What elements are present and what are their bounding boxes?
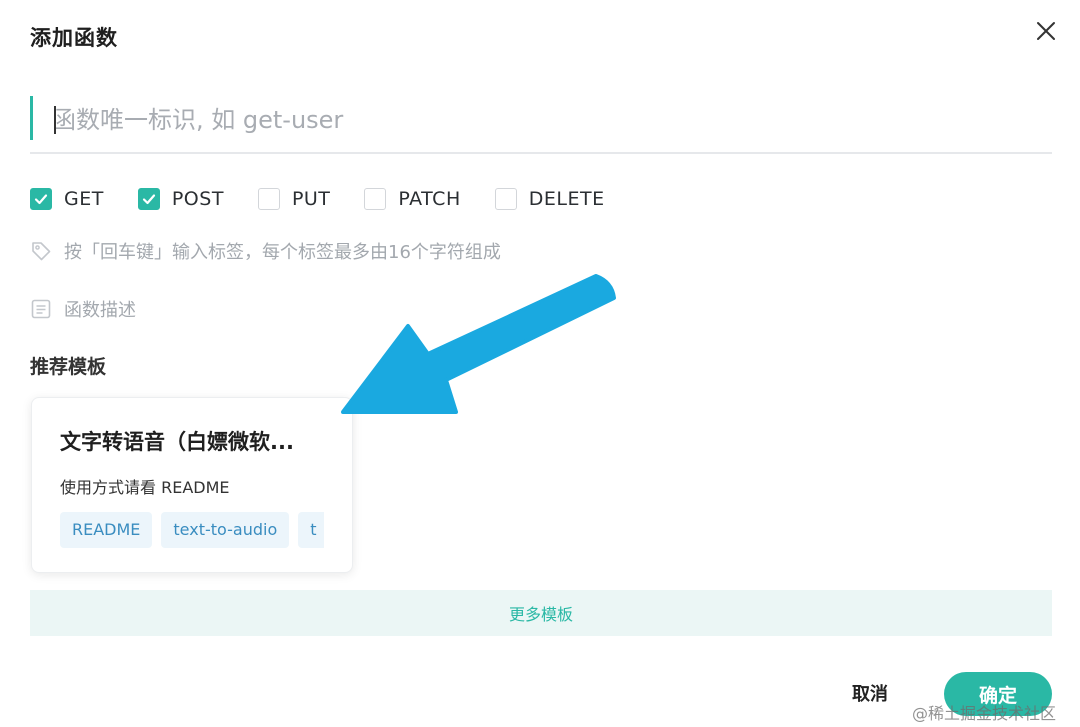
close-icon <box>1037 22 1055 40</box>
function-name-field <box>30 96 1052 154</box>
template-tag: t <box>298 512 324 548</box>
template-card-description: 使用方式请看 README <box>60 478 230 497</box>
input-accent-bar <box>30 96 33 140</box>
checkbox-unchecked-icon <box>494 188 517 210</box>
template-card[interactable]: 文字转语音（白嫖微软... 使用方式请看 README README text-t… <box>31 397 353 573</box>
templates-section-title: 推荐模板 <box>30 356 107 378</box>
checkbox-unchecked-icon <box>364 188 387 210</box>
document-icon <box>30 298 52 320</box>
more-templates-button[interactable]: 更多模板 <box>30 590 1052 636</box>
method-checkbox-put[interactable]: PUT <box>257 188 331 210</box>
tags-placeholder: 按「回车键」输入标签，每个标签最多由16个字符组成 <box>64 242 501 263</box>
method-label: PATCH <box>398 188 461 210</box>
description-input[interactable]: 函数描述 <box>30 296 136 322</box>
method-checkbox-delete[interactable]: DELETE <box>494 188 605 210</box>
tags-input[interactable]: 按「回车键」输入标签，每个标签最多由16个字符组成 <box>30 238 501 264</box>
text-caret <box>54 106 56 134</box>
watermark: @稀土掘金技术社区 <box>912 704 1057 723</box>
add-function-dialog: 添加函数 GET POST PUT PATCH <box>0 0 1080 727</box>
template-card-tags: README text-to-audio t <box>60 512 324 548</box>
dialog-title: 添加函数 <box>30 26 118 50</box>
template-tag: text-to-audio <box>161 512 290 548</box>
function-name-input[interactable] <box>52 100 1032 140</box>
template-card-title: 文字转语音（白嫖微软... <box>60 430 294 454</box>
method-label: DELETE <box>528 188 605 210</box>
method-checkbox-post[interactable]: POST <box>137 188 224 210</box>
template-tag: README <box>60 512 153 548</box>
close-button[interactable] <box>1033 18 1059 44</box>
tag-icon <box>30 240 52 262</box>
method-label: GET <box>64 188 104 210</box>
http-method-group: GET POST PUT PATCH DELETE <box>30 186 639 212</box>
checkbox-checked-icon <box>30 188 52 210</box>
cancel-button[interactable]: 取消 <box>852 680 888 706</box>
checkbox-unchecked-icon <box>257 188 280 210</box>
method-label: POST <box>171 188 224 210</box>
description-placeholder: 函数描述 <box>64 300 136 321</box>
method-checkbox-get[interactable]: GET <box>30 188 104 210</box>
method-label: PUT <box>291 188 331 210</box>
checkbox-checked-icon <box>137 188 160 210</box>
method-checkbox-patch[interactable]: PATCH <box>364 188 460 210</box>
